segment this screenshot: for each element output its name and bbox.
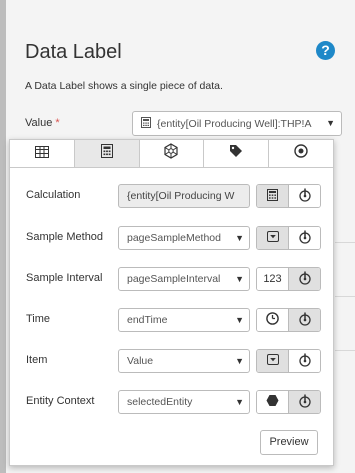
radio-target-icon: [294, 144, 308, 163]
sample-method-label: Sample Method: [26, 231, 104, 243]
pin-icon: [298, 271, 312, 288]
pin-button[interactable]: [289, 268, 320, 290]
tab-calculator[interactable]: [74, 140, 140, 167]
pin-icon: [298, 188, 312, 205]
sample-method-row: Sample Method pageSampleMethod ▼: [10, 226, 335, 250]
page-title: Data Label: [25, 41, 122, 63]
entity-button[interactable]: [257, 391, 289, 413]
time-row: Time endTime ▼: [10, 308, 335, 332]
pin-icon: [298, 353, 312, 370]
pin-button[interactable]: [289, 185, 320, 207]
value-editor-popup: Calculation {entity[Oil Producing W Samp…: [9, 139, 334, 466]
chevron-down-icon: ▼: [232, 227, 244, 249]
sample-interval-value: pageSampleInterval: [127, 273, 221, 285]
calculation-label: Calculation: [26, 189, 81, 201]
entity-context-label: Entity Context: [26, 395, 95, 407]
divider: [335, 242, 355, 243]
numeric-icon: 123: [263, 273, 282, 285]
pin-icon: [298, 394, 312, 411]
dropdown-mode-button[interactable]: [257, 227, 289, 249]
hexagon-icon: [266, 394, 279, 410]
hexagon-network-icon: [163, 143, 179, 164]
description-text: A Data Label shows a single piece of dat…: [25, 80, 223, 92]
item-select[interactable]: Value ▼: [118, 349, 250, 373]
value-select[interactable]: {entity[Oil Producing Well]:THP!A ▼: [132, 111, 342, 136]
entity-context-select[interactable]: selectedEntity ▼: [118, 390, 250, 414]
pin-button[interactable]: [289, 391, 320, 413]
preview-button[interactable]: Preview: [260, 430, 318, 455]
pin-button[interactable]: [289, 309, 320, 331]
time-select[interactable]: endTime ▼: [118, 308, 250, 332]
divider: [335, 350, 355, 351]
calculator-icon: [100, 144, 113, 163]
calculation-row: Calculation {entity[Oil Producing W: [10, 184, 335, 208]
entity-context-row: Entity Context selectedEntity ▼: [10, 390, 335, 414]
item-row: Item Value ▼: [10, 349, 335, 373]
pin-icon: [298, 230, 312, 247]
time-label: Time: [26, 313, 51, 325]
chevron-down-icon: ▼: [232, 350, 244, 372]
tab-tag[interactable]: [204, 140, 270, 167]
value-label: Value *: [25, 117, 60, 129]
time-buttons: [256, 308, 321, 332]
value-select-text: {entity[Oil Producing Well]:THP!A: [157, 117, 312, 130]
time-value: endTime: [127, 314, 168, 326]
calculation-input[interactable]: {entity[Oil Producing W: [118, 184, 250, 208]
item-buttons: [256, 349, 321, 373]
dropdown-box-icon: [266, 231, 279, 245]
chevron-down-icon: ▼: [232, 268, 244, 290]
pin-button[interactable]: [289, 350, 320, 372]
item-value: Value: [127, 355, 154, 367]
dropdown-box-icon: [266, 354, 279, 368]
chevron-down-icon: ▼: [232, 309, 244, 331]
tab-table[interactable]: [10, 140, 75, 167]
sample-interval-buttons: 123: [256, 267, 321, 291]
dropdown-mode-button[interactable]: [257, 350, 289, 372]
clock-icon: [266, 312, 279, 328]
required-mark: *: [55, 117, 60, 129]
pin-icon: [298, 312, 312, 329]
sample-interval-select[interactable]: pageSampleInterval ▼: [118, 267, 250, 291]
calculator-icon: [141, 116, 151, 131]
calculator-icon: [267, 188, 278, 204]
calculation-buttons: [256, 184, 321, 208]
table-icon: [34, 145, 49, 163]
tab-bar: [10, 140, 333, 168]
clock-button[interactable]: [257, 309, 289, 331]
numeric-mode-button[interactable]: 123: [257, 268, 289, 290]
tab-entity[interactable]: [140, 140, 205, 167]
item-label: Item: [26, 354, 48, 366]
sample-interval-row: Sample Interval pageSampleInterval ▼ 123: [10, 267, 335, 291]
sample-method-value: pageSampleMethod: [127, 232, 221, 244]
chevron-down-icon: ▼: [326, 118, 335, 128]
sample-method-select[interactable]: pageSampleMethod ▼: [118, 226, 250, 250]
sample-interval-label: Sample Interval: [26, 272, 103, 284]
pin-button[interactable]: [289, 227, 320, 249]
tab-value[interactable]: [269, 140, 333, 167]
calculator-button[interactable]: [257, 185, 289, 207]
entity-context-buttons: [256, 390, 321, 414]
tag-icon: [229, 144, 243, 163]
chevron-down-icon: ▼: [232, 391, 244, 413]
help-icon[interactable]: ?: [316, 41, 335, 60]
entity-context-value: selectedEntity: [127, 396, 193, 408]
sample-method-buttons: [256, 226, 321, 250]
divider: [335, 296, 355, 297]
